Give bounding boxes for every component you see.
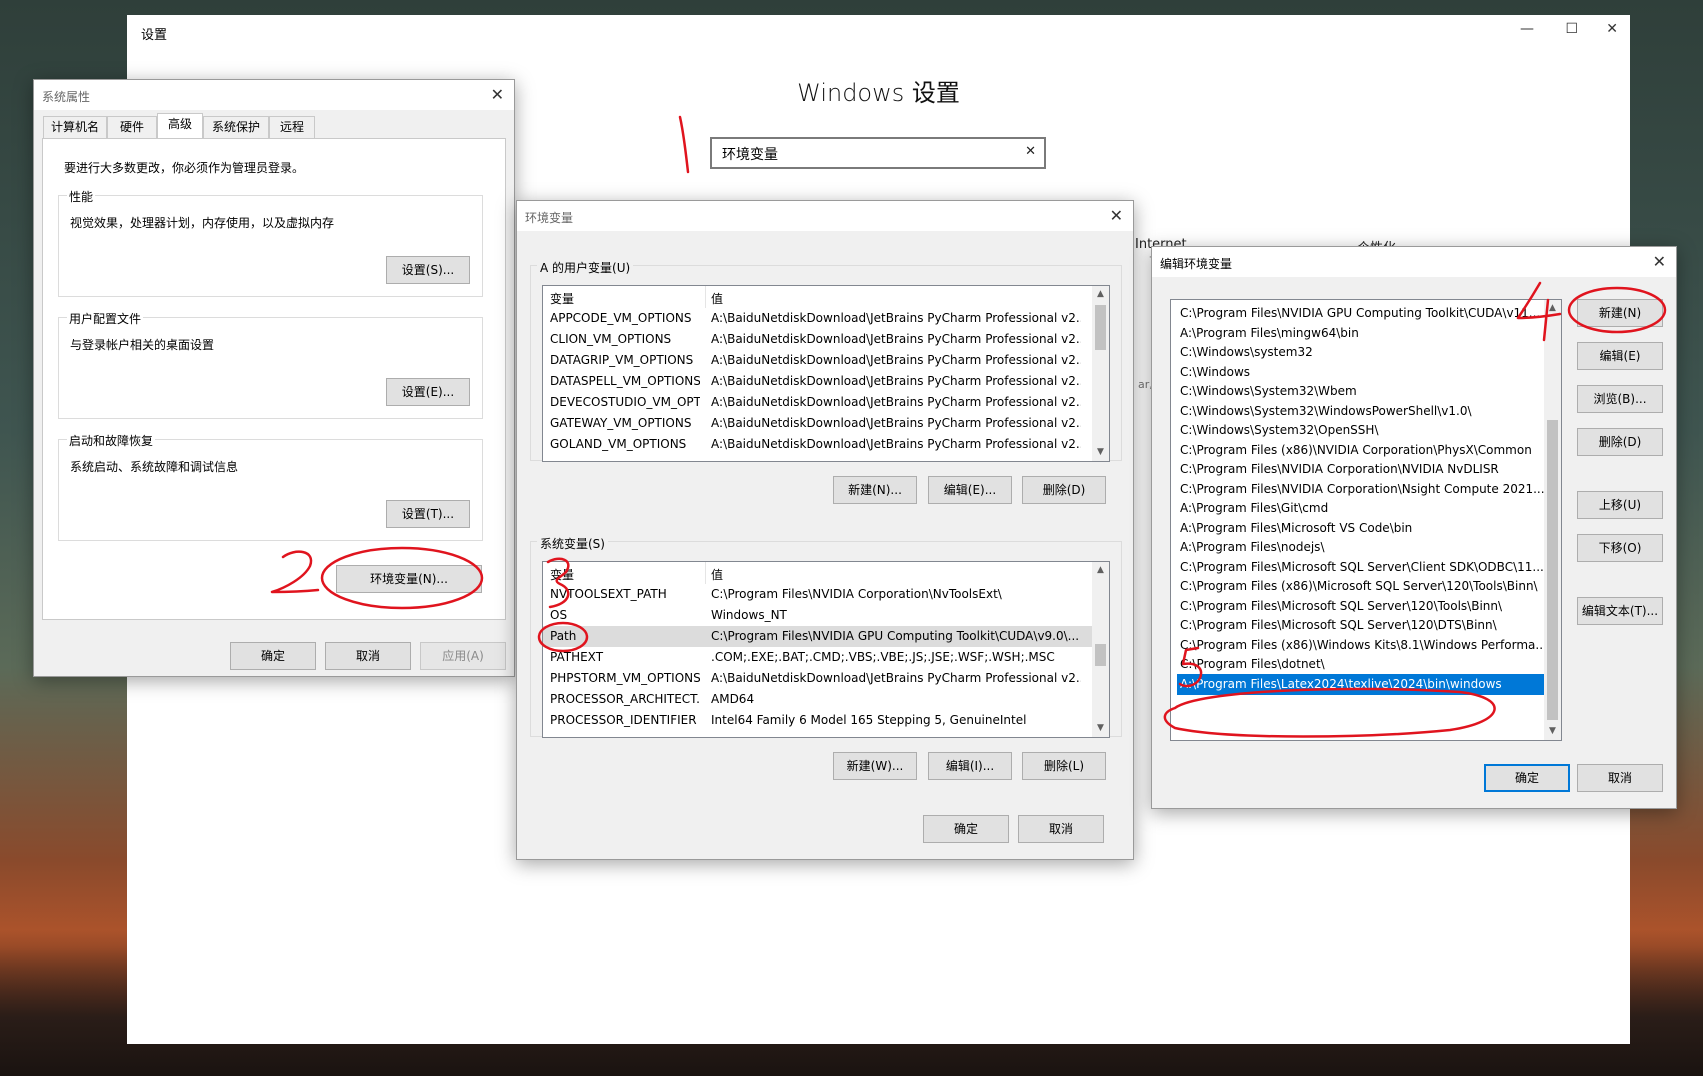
annotation-circle-path (537, 621, 589, 653)
annotation-circle-new-path (1163, 687, 1496, 738)
annotation-step-5 (1178, 646, 1203, 688)
red-annotations (270, 115, 1667, 738)
annotation-circle-new (1567, 286, 1667, 334)
annotation-step-3 (546, 557, 570, 609)
annotation-step-4 (1516, 281, 1562, 342)
annotation-circle-env-button (320, 546, 484, 610)
annotation-step-1 (678, 115, 690, 174)
annotation-step-2 (270, 550, 320, 594)
